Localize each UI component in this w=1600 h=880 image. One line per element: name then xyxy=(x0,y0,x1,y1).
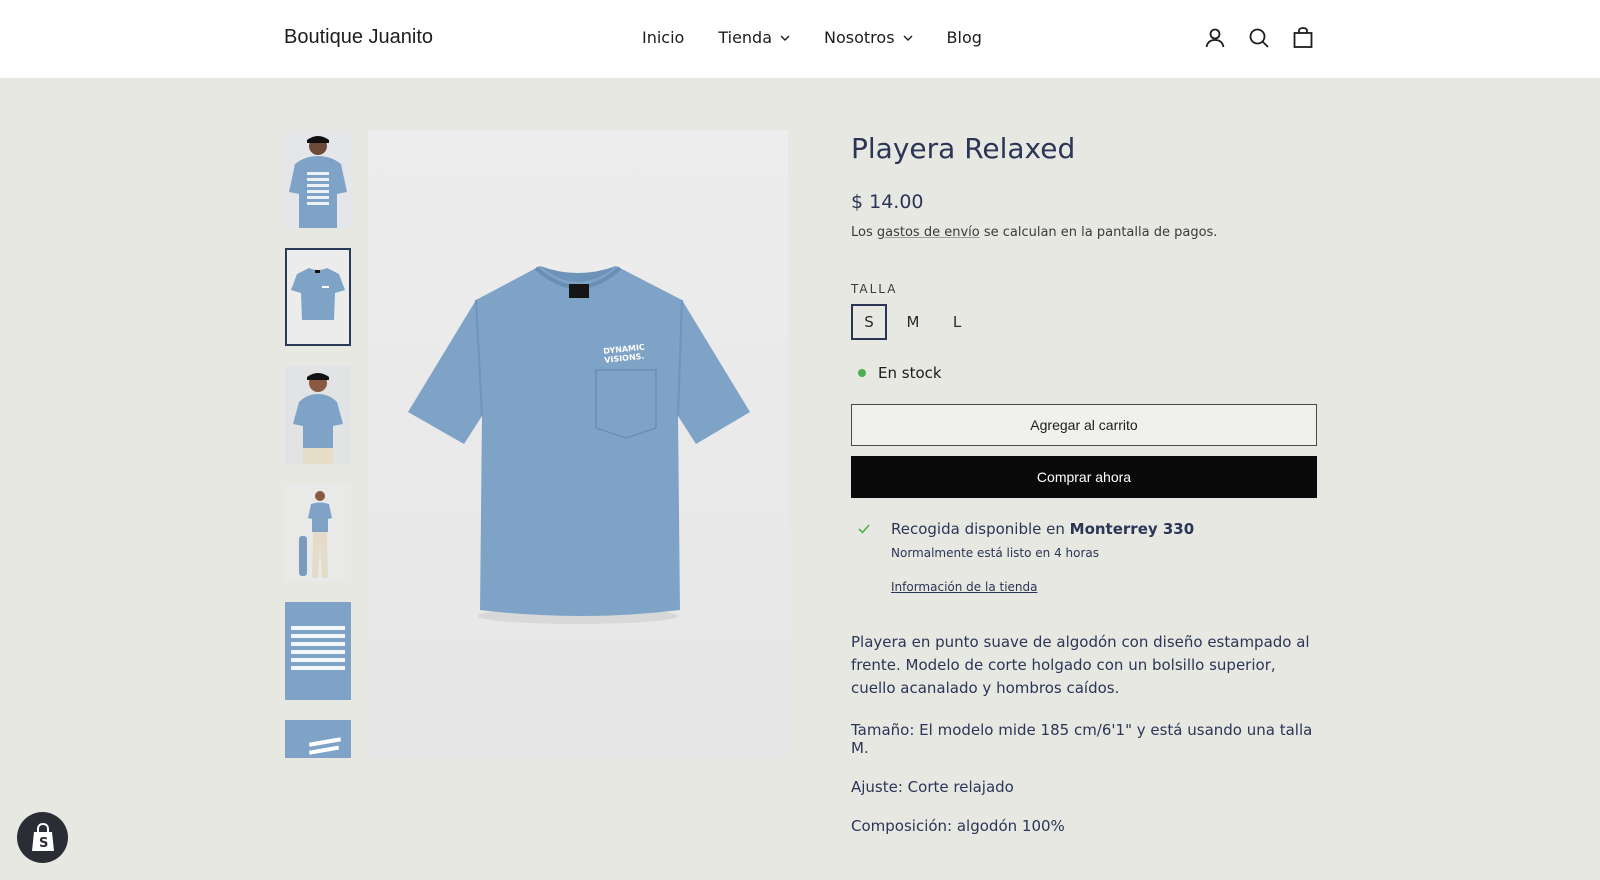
shipping-note: Los gastos de envío se calculan en la pa… xyxy=(851,225,1317,240)
tshirt-image: DYNAMIC VISIONS. xyxy=(368,130,788,758)
stock-dot-icon xyxy=(858,369,866,377)
nav-item-blog[interactable]: Blog xyxy=(947,28,982,47)
check-icon xyxy=(858,524,870,534)
stock-status: En stock xyxy=(851,364,1317,382)
shipping-prefix: Los xyxy=(851,225,877,240)
nav-label: Blog xyxy=(946,28,982,47)
size-option-m[interactable]: M xyxy=(895,304,931,340)
main-nav: Inicio Tienda Nosotros Blog xyxy=(642,28,982,47)
size-option-s[interactable]: S xyxy=(851,304,887,340)
product-thumbnail-image xyxy=(285,248,351,346)
product-main-image[interactable]: DYNAMIC VISIONS. xyxy=(368,130,788,758)
pickup-location: Monterrey 330 xyxy=(1069,520,1195,538)
thumbnail-model-full[interactable] xyxy=(285,484,351,582)
svg-text:S: S xyxy=(39,836,48,851)
search-icon[interactable] xyxy=(1247,26,1271,50)
site-header: Boutique Juanito Inicio Tienda Nosotros … xyxy=(0,0,1600,78)
nav-label: Inicio xyxy=(642,28,685,47)
thumbnail-back-print[interactable] xyxy=(285,602,351,700)
product-fit: Ajuste: Corte relajado xyxy=(851,778,1014,796)
pickup-prefix: Recogida disponible en xyxy=(891,520,1070,538)
product-thumbnail-image xyxy=(285,366,351,464)
product-title: Playera Relaxed xyxy=(851,132,1076,165)
thumbnail-print-detail[interactable] xyxy=(285,720,351,758)
pickup-time: Normalmente está listo en 4 horas xyxy=(891,546,1100,560)
product-thumbnail-image xyxy=(285,484,351,582)
size-selector: S M L xyxy=(851,304,1317,340)
pickup-availability: Recogida disponible en Monterrey 330 Nor… xyxy=(851,520,1317,595)
size-option-l[interactable]: L xyxy=(939,304,975,340)
thumbnail-back-model[interactable] xyxy=(285,130,351,228)
product-thumbnail-image xyxy=(285,720,351,758)
nav-item-inicio[interactable]: Inicio xyxy=(642,28,684,47)
nav-label: Nosotros xyxy=(824,28,895,47)
nav-item-nosotros[interactable]: Nosotros xyxy=(824,28,913,47)
buy-now-button[interactable]: Comprar ahora xyxy=(851,456,1317,498)
product-info: Playera Relaxed $ 14.00 Los gastos de en… xyxy=(851,128,1317,835)
stock-text: En stock xyxy=(878,364,942,382)
thumbnail-front-flat[interactable] xyxy=(285,248,351,346)
store-logo[interactable]: Boutique Juanito xyxy=(284,26,433,49)
product-thumbnail-image xyxy=(285,602,351,700)
product-thumbnail-image xyxy=(285,130,351,228)
product-description: Playera en punto suave de algodón con di… xyxy=(851,633,1310,697)
shipping-policy-link[interactable]: gastos de envío xyxy=(877,225,980,240)
nav-item-tienda[interactable]: Tienda xyxy=(718,28,790,47)
header-icons xyxy=(1203,26,1315,50)
product-price: $ 14.00 xyxy=(851,191,924,213)
cart-icon[interactable] xyxy=(1291,26,1315,50)
chevron-down-icon xyxy=(780,35,790,41)
chevron-down-icon xyxy=(903,35,913,41)
store-info-link[interactable]: Información de la tienda xyxy=(891,580,1037,594)
shipping-suffix: se calculan en la pantalla de pagos. xyxy=(979,225,1218,240)
product-composition: Composición: algodón 100% xyxy=(851,817,1065,835)
thumbnail-list xyxy=(285,130,351,758)
size-label: TALLA xyxy=(851,282,898,296)
product-size-detail: Tamaño: El modelo mide 185 cm/6'1" y est… xyxy=(851,721,1313,757)
shopify-bag-icon: S xyxy=(31,822,54,851)
add-to-cart-button[interactable]: Agregar al carrito xyxy=(851,404,1317,446)
account-icon[interactable] xyxy=(1203,26,1227,50)
shopify-badge-button[interactable]: S xyxy=(17,812,68,863)
nav-label: Tienda xyxy=(718,28,773,47)
pickup-status: Recogida disponible en Monterrey 330 xyxy=(891,520,1317,538)
thumbnail-model-front[interactable] xyxy=(285,366,351,464)
